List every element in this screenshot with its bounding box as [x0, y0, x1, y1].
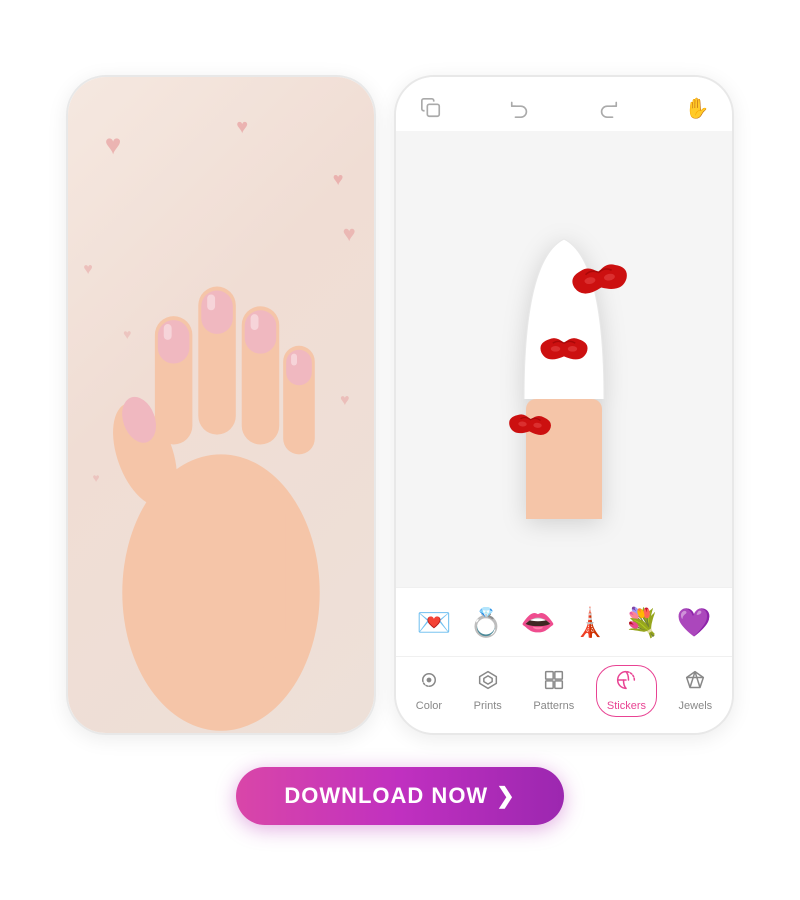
left-phone-bg: ♥ ♥ ♥ ♥ ♥ ♥ ♥ ♥ — [68, 77, 374, 733]
sticker-eiffel[interactable]: 🗼 — [564, 596, 616, 648]
sticker-heart[interactable]: 💜 — [668, 596, 720, 648]
patterns-icon — [544, 670, 564, 696]
sticker-row: 💌 💍 👄 🗼 💐 💜 — [396, 587, 732, 656]
redo-icon[interactable] — [593, 93, 623, 123]
lips-sticker-2 — [539, 329, 589, 371]
nail-display — [474, 199, 654, 519]
hand-illustration — [68, 77, 374, 733]
download-button[interactable]: DOWNLOAD NOW ❯ — [236, 767, 563, 825]
sticker-ring[interactable]: 💍 — [460, 596, 512, 648]
bottom-tabs: Color Prints — [396, 656, 732, 733]
tab-stickers[interactable]: Stickers — [596, 665, 657, 717]
copy-icon[interactable] — [416, 93, 446, 123]
prints-icon — [478, 670, 498, 696]
sticker-lips[interactable]: 👄 — [512, 596, 564, 648]
tab-stickers-label: Stickers — [607, 700, 646, 712]
stickers-icon — [616, 670, 636, 696]
undo-icon[interactable] — [505, 93, 535, 123]
tab-patterns[interactable]: Patterns — [523, 666, 584, 716]
download-arrow: ❯ — [496, 783, 515, 809]
tab-color[interactable]: Color — [406, 666, 452, 716]
tab-color-label: Color — [416, 700, 442, 712]
jewels-icon — [685, 670, 705, 696]
download-label: DOWNLOAD NOW — [284, 783, 488, 809]
tab-prints-label: Prints — [474, 700, 502, 712]
right-phone-toolbar: ✋ — [396, 77, 732, 131]
tab-patterns-label: Patterns — [533, 700, 574, 712]
lips-sticker-1 — [568, 252, 633, 309]
hand-icon[interactable]: ✋ — [682, 93, 712, 123]
lips-sticker-3 — [506, 403, 555, 447]
tab-jewels[interactable]: Jewels — [669, 666, 723, 716]
tab-jewels-label: Jewels — [679, 700, 713, 712]
phone-left: ♥ ♥ ♥ ♥ ♥ ♥ ♥ ♥ — [66, 75, 376, 735]
nail-canvas — [396, 131, 732, 587]
phones-container: ♥ ♥ ♥ ♥ ♥ ♥ ♥ ♥ — [66, 75, 734, 735]
color-icon — [419, 670, 439, 696]
sticker-flower[interactable]: 💐 — [616, 596, 668, 648]
phone-right: ✋ — [394, 75, 734, 735]
tab-prints[interactable]: Prints — [464, 666, 512, 716]
sticker-love-letter[interactable]: 💌 — [408, 596, 460, 648]
